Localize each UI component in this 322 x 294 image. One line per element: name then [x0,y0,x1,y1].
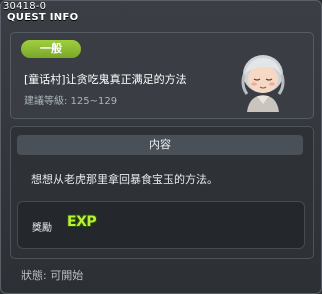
elderly-npc-portrait-icon [241,55,285,112]
quest-id-label: 30418-0 [3,1,47,12]
content-section-header: 内容 [17,135,303,155]
recommended-level: 建議等級: 125~129 [24,96,118,107]
reward-box [17,201,305,249]
quest-status: 狀態: 可開始 [21,269,84,282]
category-badge: 一般 [21,40,81,58]
reward-label: 獎勵 [32,223,52,234]
window-title: QUEST INFO [7,12,79,23]
quest-description: 想想从老虎那里拿回暴食宝玉的方法。 [31,173,218,186]
quest-name: [童话村]让贪吃鬼真正满足的方法 [24,73,187,86]
quest-info-window: 30418-0 QUEST INFO 一般 [童话村]让贪吃鬼真正满足的方法 建… [0,0,322,294]
exp-reward-icon: EXP [67,214,97,230]
